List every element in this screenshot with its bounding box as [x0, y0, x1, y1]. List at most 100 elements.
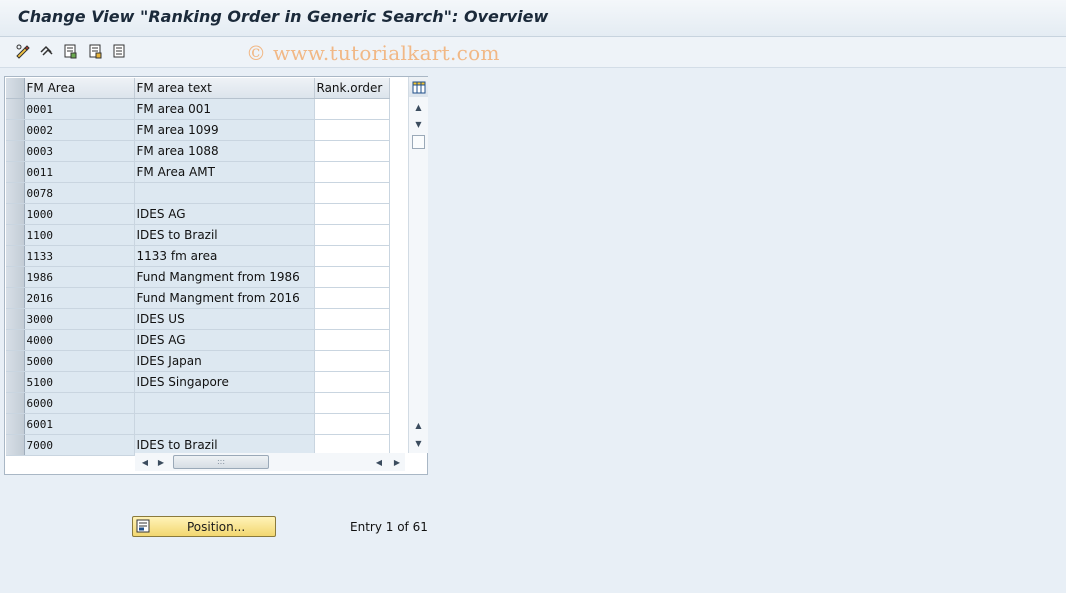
column-header-fm-area-text[interactable]: FM area text [134, 78, 315, 99]
table-row[interactable]: 2016 Fund Mangment from 2016 [6, 287, 390, 309]
copy-entry-icon[interactable] [61, 42, 79, 60]
table-row[interactable]: 3000 IDES US [6, 308, 390, 330]
table-row[interactable]: 0002 FM area 1099 [6, 119, 390, 141]
table-row[interactable]: 1100 IDES to Brazil [6, 224, 390, 246]
scroll-left-end-icon[interactable]: ◀ [373, 456, 385, 468]
table-row[interactable]: 0011 FM Area AMT [6, 161, 390, 183]
table-row[interactable]: 5100 IDES Singapore [6, 371, 390, 393]
table-row[interactable]: 1000 IDES AG [6, 203, 390, 225]
table-row[interactable]: 6000 [6, 392, 390, 414]
fm-area-text-cell [134, 392, 315, 414]
edit-display-icon[interactable] [14, 42, 32, 60]
fm-area-cell: 6001 [24, 413, 135, 435]
rank-order-input[interactable] [314, 161, 390, 183]
application-toolbar: © www.tutorialkart.com [0, 37, 1066, 68]
row-selector[interactable] [6, 371, 25, 393]
entry-counter: Entry 1 of 61 [350, 520, 428, 534]
table-row[interactable]: 0001 FM area 001 [6, 98, 390, 120]
title-bar: Change View "Ranking Order in Generic Se… [0, 0, 1066, 37]
fm-area-text-cell [134, 182, 315, 204]
rank-order-input[interactable] [314, 224, 390, 246]
horizontal-scroll-thumb[interactable]: ::: [173, 455, 269, 469]
fm-area-text-cell: Fund Mangment from 2016 [134, 287, 315, 309]
horizontal-scrollbar[interactable]: ◀ ▶ ::: ◀ ▶ [135, 453, 405, 471]
row-selector[interactable] [6, 140, 25, 162]
position-button[interactable]: Position... [132, 516, 276, 537]
row-selector[interactable] [6, 392, 25, 414]
scroll-up-icon[interactable]: ▲ [412, 101, 425, 114]
table-row[interactable]: 4000 IDES AG [6, 329, 390, 351]
column-header-fm-area[interactable]: FM Area [24, 78, 135, 99]
row-selector[interactable] [6, 224, 25, 246]
rank-order-input[interactable] [314, 203, 390, 225]
fm-area-text-cell: IDES AG [134, 203, 315, 225]
table-header-row: FM Area FM area text Rank.order [6, 78, 390, 99]
vertical-scrollbar[interactable]: ▲ ▼ ▲ ▼ [408, 77, 428, 453]
fm-area-cell: 7000 [24, 434, 135, 456]
fm-area-cell: 0003 [24, 140, 135, 162]
fm-area-cell: 0078 [24, 182, 135, 204]
fm-area-cell: 3000 [24, 308, 135, 330]
row-selector[interactable] [6, 119, 25, 141]
table-row[interactable]: 1986 Fund Mangment from 1986 [6, 266, 390, 288]
page-down-icon[interactable]: ▼ [412, 118, 425, 131]
row-selector[interactable] [6, 203, 25, 225]
undo-icon[interactable] [37, 42, 55, 60]
fm-area-cell: 1986 [24, 266, 135, 288]
row-selector[interactable] [6, 329, 25, 351]
fm-area-text-cell: IDES to Brazil [134, 224, 315, 246]
fm-area-text-cell: FM area 1088 [134, 140, 315, 162]
row-selector[interactable] [6, 350, 25, 372]
rank-order-input[interactable] [314, 98, 390, 120]
row-selector[interactable] [6, 413, 25, 435]
column-header-rank-order[interactable]: Rank.order [314, 78, 390, 99]
row-selector[interactable] [6, 161, 25, 183]
table-control: FM Area FM area text Rank.order 0001 FM a… [4, 76, 428, 475]
rank-order-input[interactable] [314, 392, 390, 414]
fm-area-text-cell: IDES Japan [134, 350, 315, 372]
fm-area-cell: 1000 [24, 203, 135, 225]
rank-order-input[interactable] [314, 266, 390, 288]
select-all-cell[interactable] [6, 78, 25, 99]
page-up-icon[interactable]: ▲ [412, 419, 425, 432]
rank-order-input[interactable] [314, 140, 390, 162]
table-row[interactable]: 6001 [6, 413, 390, 435]
sap-window: Change View "Ranking Order in Generic Se… [0, 0, 1066, 593]
row-selector[interactable] [6, 308, 25, 330]
fm-area-text-cell: FM Area AMT [134, 161, 315, 183]
fm-area-cell: 2016 [24, 287, 135, 309]
paste-entry-icon[interactable] [110, 42, 128, 60]
scroll-left-icon[interactable]: ◀ [139, 456, 151, 468]
row-selector[interactable] [6, 287, 25, 309]
row-selector[interactable] [6, 266, 25, 288]
table-row[interactable]: 0003 FM area 1088 [6, 140, 390, 162]
table-row[interactable]: 1133 1133 fm area [6, 245, 390, 267]
vertical-scroll-thumb[interactable] [412, 135, 425, 149]
table-row[interactable]: 5000 IDES Japan [6, 350, 390, 372]
rank-order-input[interactable] [314, 245, 390, 267]
row-selector[interactable] [6, 245, 25, 267]
fm-area-cell: 5100 [24, 371, 135, 393]
scroll-right-end-icon[interactable]: ▶ [391, 456, 403, 468]
table-row[interactable]: 0078 [6, 182, 390, 204]
rank-order-input[interactable] [314, 119, 390, 141]
fm-area-text-cell [134, 413, 315, 435]
rank-order-input[interactable] [314, 413, 390, 435]
row-selector[interactable] [6, 434, 25, 456]
rank-order-input[interactable] [314, 371, 390, 393]
rank-order-input[interactable] [314, 350, 390, 372]
fm-area-cell: 1100 [24, 224, 135, 246]
rank-order-input[interactable] [314, 287, 390, 309]
column-settings-icon[interactable] [409, 77, 428, 97]
rank-order-input[interactable] [314, 182, 390, 204]
fm-area-cell: 4000 [24, 329, 135, 351]
rank-order-input[interactable] [314, 329, 390, 351]
scroll-down-icon[interactable]: ▼ [412, 437, 425, 450]
watermark-text: © www.tutorialkart.com [246, 41, 500, 65]
fm-area-text-cell: IDES US [134, 308, 315, 330]
row-selector[interactable] [6, 182, 25, 204]
rank-order-input[interactable] [314, 308, 390, 330]
scroll-right-icon[interactable]: ▶ [155, 456, 167, 468]
save-entry-icon[interactable] [86, 42, 104, 60]
row-selector[interactable] [6, 98, 25, 120]
